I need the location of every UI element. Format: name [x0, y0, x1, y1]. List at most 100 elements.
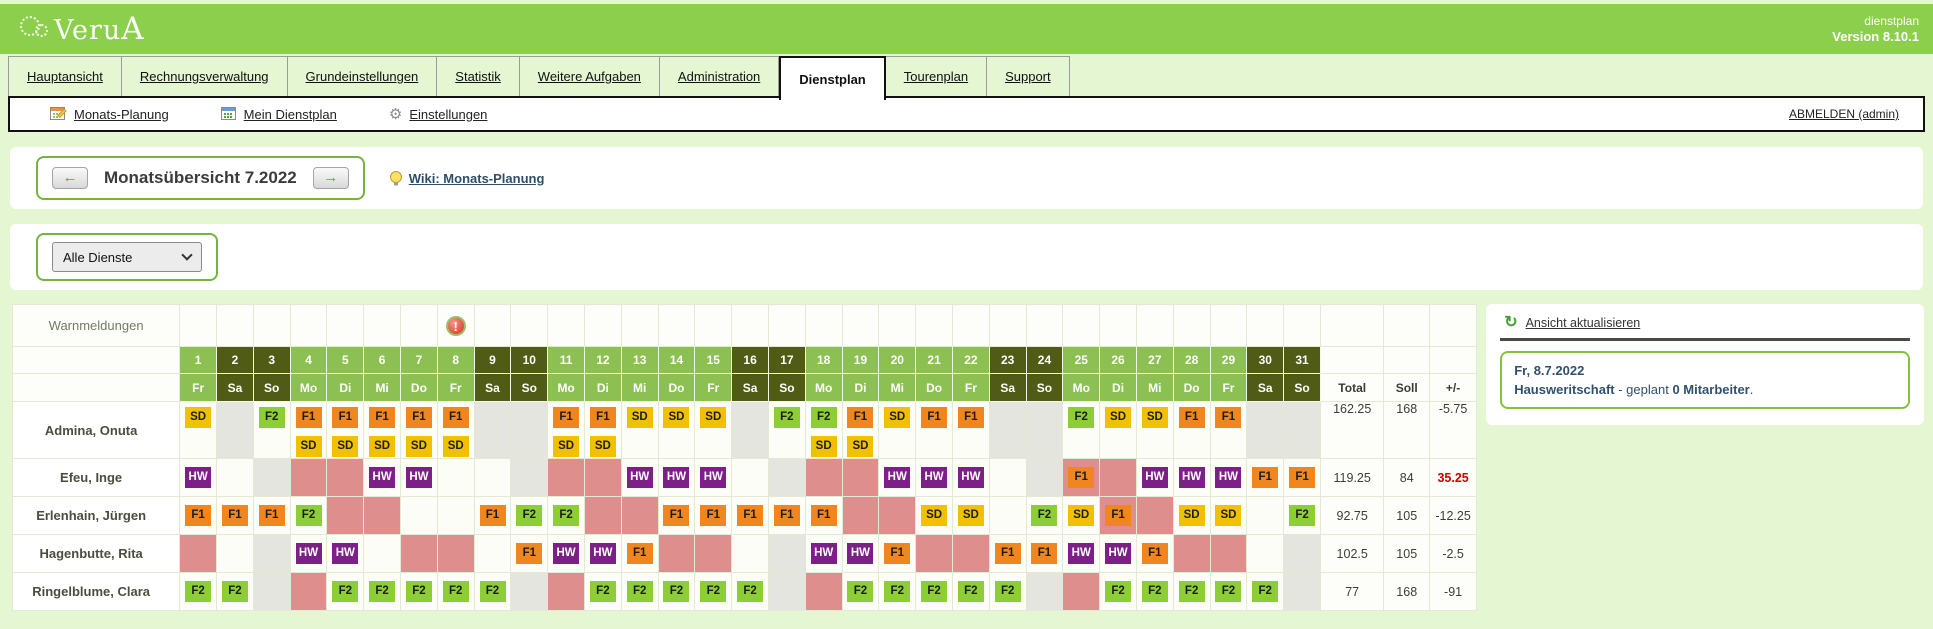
shift-chip-F2[interactable]: F2	[737, 581, 763, 602]
roster-cell-day-11[interactable]: F1SD	[548, 402, 585, 459]
shift-chip-F2[interactable]: F2	[774, 407, 800, 428]
tab-weitere-aufgaben[interactable]: Weitere Aufgaben	[520, 56, 660, 96]
shift-chip-SD[interactable]: SD	[296, 436, 322, 457]
roster-cell-day-18[interactable]: F2SD	[805, 402, 842, 459]
roster-cell-day-9[interactable]: F1	[474, 497, 511, 535]
shift-chip-HW[interactable]: HW	[921, 467, 947, 488]
shift-chip-F1[interactable]: F1	[259, 505, 285, 526]
roster-cell-day-15[interactable]: SD	[695, 402, 732, 459]
roster-cell-day-20[interactable]	[879, 497, 916, 535]
roster-cell-day-18[interactable]	[805, 459, 842, 497]
roster-cell-day-25[interactable]: SD	[1063, 497, 1100, 535]
roster-cell-day-15[interactable]	[695, 535, 732, 573]
roster-cell-day-11[interactable]	[548, 573, 585, 611]
roster-cell-day-24[interactable]	[1026, 459, 1063, 497]
roster-cell-day-16[interactable]	[732, 402, 769, 459]
roster-cell-day-15[interactable]: F2	[695, 573, 732, 611]
roster-cell-day-18[interactable]	[805, 573, 842, 611]
roster-cell-day-21[interactable]	[916, 535, 953, 573]
shift-chip-F2[interactable]: F2	[847, 581, 873, 602]
roster-cell-day-8[interactable]	[437, 497, 474, 535]
roster-cell-day-3[interactable]: F2	[253, 402, 290, 459]
shift-chip-F1[interactable]: F1	[921, 407, 947, 428]
roster-cell-day-28[interactable]: SD	[1173, 497, 1210, 535]
shift-chip-F2[interactable]: F2	[627, 581, 653, 602]
shift-chip-F1[interactable]: F1	[700, 505, 726, 526]
shift-chip-HW[interactable]: HW	[811, 543, 837, 564]
shift-chip-F2[interactable]: F2	[222, 581, 248, 602]
roster-cell-day-7[interactable]: F2	[401, 573, 438, 611]
roster-cell-day-28[interactable]	[1173, 535, 1210, 573]
roster-cell-day-12[interactable]	[585, 497, 622, 535]
roster-cell-day-6[interactable]	[364, 497, 401, 535]
shift-chip-F2[interactable]: F2	[1215, 581, 1241, 602]
shift-chip-SD[interactable]: SD	[1215, 505, 1241, 526]
shift-chip-SD[interactable]: SD	[332, 436, 358, 457]
shift-chip-HW[interactable]: HW	[185, 467, 211, 488]
roster-cell-day-4[interactable]: F1SD	[290, 402, 327, 459]
roster-cell-day-19[interactable]: F1SD	[842, 402, 879, 459]
roster-cell-day-24[interactable]	[1026, 573, 1063, 611]
roster-cell-day-5[interactable]: HW	[327, 535, 364, 573]
roster-cell-day-27[interactable]	[1136, 497, 1173, 535]
roster-cell-day-6[interactable]: HW	[364, 459, 401, 497]
roster-cell-day-23[interactable]: F2	[989, 573, 1026, 611]
roster-cell-day-14[interactable]: F2	[658, 573, 695, 611]
shift-chip-F1[interactable]: F1	[406, 407, 432, 428]
shift-chip-F2[interactable]: F2	[1068, 407, 1094, 428]
roster-cell-day-19[interactable]: HW	[842, 535, 879, 573]
shift-chip-HW[interactable]: HW	[406, 467, 432, 488]
shift-chip-F1[interactable]: F1	[1031, 543, 1057, 564]
roster-cell-day-29[interactable]: F1	[1210, 402, 1247, 459]
shift-chip-F2[interactable]: F2	[259, 407, 285, 428]
roster-cell-day-28[interactable]: F1	[1173, 402, 1210, 459]
roster-cell-day-31[interactable]: F1	[1284, 459, 1321, 497]
shift-chip-F1[interactable]: F1	[590, 407, 616, 428]
roster-cell-day-23[interactable]	[989, 459, 1026, 497]
roster-cell-day-9[interactable]	[474, 402, 511, 459]
roster-cell-day-12[interactable]: HW	[585, 535, 622, 573]
shift-chip-F1[interactable]: F1	[1179, 407, 1205, 428]
roster-cell-day-25[interactable]	[1063, 573, 1100, 611]
roster-cell-day-20[interactable]: HW	[879, 459, 916, 497]
shift-chip-F1[interactable]: F1	[774, 505, 800, 526]
shift-chip-F2[interactable]: F2	[516, 505, 542, 526]
roster-cell-day-8[interactable]	[437, 459, 474, 497]
next-month-button[interactable]: →	[313, 167, 349, 189]
roster-cell-day-20[interactable]: F1	[879, 535, 916, 573]
shift-chip-SD[interactable]: SD	[958, 505, 984, 526]
shift-chip-SD[interactable]: SD	[590, 436, 616, 457]
shift-chip-SD[interactable]: SD	[921, 505, 947, 526]
shift-chip-F1[interactable]: F1	[332, 407, 358, 428]
roster-cell-day-26[interactable]: HW	[1100, 535, 1137, 573]
shift-chip-F1[interactable]: F1	[1289, 467, 1315, 488]
roster-cell-day-12[interactable]	[585, 459, 622, 497]
roster-cell-day-25[interactable]: HW	[1063, 535, 1100, 573]
roster-cell-day-4[interactable]	[290, 459, 327, 497]
tab-hauptansicht[interactable]: Hauptansicht	[8, 56, 122, 96]
shift-chip-F1[interactable]: F1	[1252, 467, 1278, 488]
shift-chip-SD[interactable]: SD	[553, 436, 579, 457]
roster-cell-day-4[interactable]	[290, 573, 327, 611]
roster-cell-day-17[interactable]	[768, 573, 805, 611]
roster-cell-day-31[interactable]: F2	[1284, 497, 1321, 535]
roster-cell-day-25[interactable]: F2	[1063, 402, 1100, 459]
roster-cell-day-3[interactable]	[253, 459, 290, 497]
shift-chip-SD[interactable]: SD	[627, 407, 653, 428]
roster-cell-day-7[interactable]: HW	[401, 459, 438, 497]
tab-administration[interactable]: Administration	[660, 56, 779, 96]
shift-chip-F1[interactable]: F1	[847, 407, 873, 428]
shift-chip-F2[interactable]: F2	[1179, 581, 1205, 602]
shift-chip-F1[interactable]: F1	[443, 407, 469, 428]
roster-cell-day-9[interactable]	[474, 535, 511, 573]
roster-cell-day-9[interactable]: F2	[474, 573, 511, 611]
roster-cell-day-5[interactable]: F1 SD	[327, 402, 364, 459]
warning-icon[interactable]: !	[446, 316, 466, 336]
wiki-link[interactable]: Wiki: Monats-Planung	[409, 171, 545, 186]
roster-cell-day-22[interactable]: HW	[952, 459, 989, 497]
roster-cell-day-29[interactable]: SD	[1210, 497, 1247, 535]
roster-cell-day-4[interactable]: HW	[290, 535, 327, 573]
roster-cell-day-26[interactable]	[1100, 459, 1137, 497]
roster-cell-day-17[interactable]	[768, 535, 805, 573]
monats-planung-link[interactable]: Monats-Planung	[74, 107, 169, 122]
